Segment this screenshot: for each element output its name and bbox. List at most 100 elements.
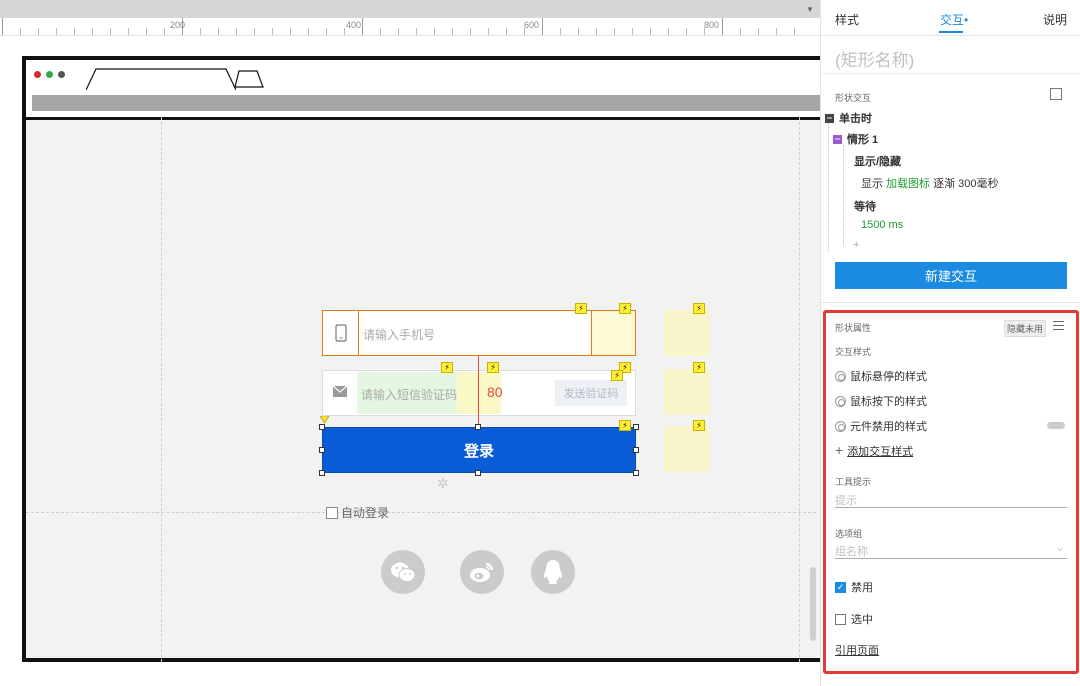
chevron-down-icon[interactable]: ⌵ (1057, 544, 1063, 554)
selected-checkbox[interactable]: 选中 (835, 611, 873, 627)
interaction-bolt-icon[interactable]: ⚡ (619, 420, 631, 431)
style-icon (835, 395, 846, 407)
guide-line (161, 117, 162, 662)
ruler-tick (596, 28, 597, 35)
auto-login-checkbox[interactable]: 自动登录 (326, 504, 389, 521)
shape-name-input[interactable]: (矩形名称) (835, 46, 914, 71)
resize-handle[interactable] (319, 470, 325, 476)
ruler-dropdown-icon[interactable]: ▼ (806, 6, 814, 14)
action-show-hide[interactable]: 显示/隐藏 (854, 153, 901, 169)
add-action-button[interactable]: + (853, 239, 859, 251)
menu-icon[interactable] (1053, 321, 1064, 330)
horizontal-ruler: ▼ 200 400 600 800 (0, 0, 820, 36)
resize-handle[interactable] (475, 470, 481, 476)
ruler-tick (380, 28, 381, 35)
tab-notes[interactable]: 说明 (1043, 11, 1067, 28)
new-interaction-button[interactable]: 新建交互 (835, 262, 1067, 289)
action-label: 显示/隐藏 (854, 156, 902, 168)
interaction-bolt-icon[interactable]: ⚡ (693, 420, 705, 431)
phone-icon-box (323, 311, 359, 355)
hidden-widget-placeholder[interactable] (664, 426, 710, 472)
event-on-click[interactable]: − 单击时 (825, 110, 872, 126)
action-wait[interactable]: 等待 (854, 198, 876, 214)
browser-tab-icon (86, 68, 236, 90)
tab-style[interactable]: 样式 (835, 11, 859, 28)
tooltip-input[interactable]: 提示 (835, 490, 1067, 508)
add-interaction-style-link[interactable]: + 添加交互样式 (835, 442, 913, 459)
axure-editor: ▼ 200 400 600 800 请输入手机号 请输入短信验证码 80 发送验… (0, 0, 1080, 686)
option-group-select[interactable]: 组名称 (835, 541, 1067, 559)
ruler-tick (110, 28, 111, 35)
checkbox-box[interactable] (326, 506, 338, 519)
hover-style-item[interactable]: 鼠标悬停的样式 (835, 368, 927, 384)
hidden-widget-placeholder[interactable] (664, 310, 710, 356)
style-toggle[interactable] (1047, 422, 1065, 429)
ruler-tick (92, 28, 93, 35)
sms-placeholder: 请输入短信验证码 (361, 388, 458, 402)
phone-input-widget[interactable]: 请输入手机号 (322, 310, 636, 356)
weibo-icon[interactable] (460, 550, 504, 594)
interaction-styles-label: 交互样式 (835, 347, 872, 357)
resize-handle[interactable] (633, 470, 639, 476)
send-code-button[interactable]: 发送验证码 (555, 380, 627, 406)
ruler-label: 600 (524, 20, 540, 30)
interaction-bolt-icon[interactable]: ⚡ (693, 362, 705, 373)
interaction-bolt-icon[interactable]: ⚡ (575, 303, 587, 314)
interaction-bolt-icon[interactable]: ⚡ (693, 303, 705, 314)
interaction-bolt-icon[interactable]: ⚡ (487, 362, 499, 373)
hide-unused-toggle[interactable]: 隐藏未用 (1004, 320, 1047, 337)
disabled-checkbox[interactable]: ✓ 禁用 (835, 579, 873, 595)
auto-login-label: 自动登录 (341, 506, 390, 520)
collapse-icon[interactable]: − (833, 134, 842, 144)
resize-handle[interactable] (319, 424, 325, 430)
tab-interaction[interactable]: 交互• (940, 11, 968, 28)
reference-page-link[interactable]: 引用页面 (835, 642, 879, 658)
disabled-style-item[interactable]: 元件禁用的样式 (835, 418, 927, 434)
ruler-tick (542, 18, 543, 35)
mousedown-style-item[interactable]: 鼠标按下的样式 (835, 393, 927, 409)
canvas-stage[interactable]: 请输入手机号 请输入短信验证码 80 发送验证码 登录 ✲ ⚡ ⚡ ⚡ ⚡ ⚡ … (0, 37, 820, 686)
ruler-tick (236, 28, 237, 35)
action-detail[interactable]: 显示 加载图标 逐渐 300毫秒 (861, 175, 999, 191)
ruler-tick (434, 28, 435, 35)
interaction-bolt-icon[interactable]: ⚡ (611, 370, 623, 381)
ruler-tick (686, 28, 687, 35)
resize-handle[interactable] (319, 447, 325, 453)
tree-guide (828, 122, 829, 252)
interaction-bolt-icon[interactable]: ⚡ (441, 362, 453, 373)
design-canvas[interactable]: ▼ 200 400 600 800 请输入手机号 请输入短信验证码 80 发送验… (0, 0, 820, 686)
phone-icon (334, 324, 347, 342)
sms-code-input-widget[interactable]: 请输入短信验证码 80 发送验证码 (322, 370, 636, 416)
ruler-tick (290, 28, 291, 35)
selected-label: 选中 (851, 614, 873, 626)
qq-icon[interactable] (531, 550, 575, 594)
ruler-tick (776, 28, 777, 35)
collapse-icon[interactable]: − (825, 113, 834, 123)
red-dot-icon (34, 71, 41, 78)
case-item[interactable]: − 情形 1 (833, 131, 878, 147)
ruler-tick (56, 28, 57, 35)
wait-duration[interactable]: 1500 ms (861, 219, 903, 231)
interaction-bolt-icon[interactable]: ⚡ (619, 303, 631, 314)
login-button[interactable]: 登录 (322, 427, 636, 473)
ruler-strip (0, 0, 820, 18)
resize-handle[interactable] (633, 447, 639, 453)
inspector-tabs: 样式 交互• 说明 (821, 0, 1080, 36)
resize-handle[interactable] (475, 424, 481, 430)
resize-handle[interactable] (633, 424, 639, 430)
checkbox-checked-icon[interactable]: ✓ (835, 581, 846, 593)
hidden-widget-placeholder[interactable] (664, 369, 710, 415)
copy-icon[interactable] (1050, 88, 1062, 100)
vertical-scrollbar[interactable] (810, 567, 816, 641)
tooltip-label: 工具提示 (835, 477, 872, 487)
style-label: 鼠标悬停的样式 (850, 371, 927, 383)
rotate-handle-icon[interactable]: ✲ (437, 476, 449, 490)
checkbox-empty-icon[interactable] (835, 613, 846, 625)
ruler-tick (614, 28, 615, 35)
wechat-icon[interactable] (381, 550, 425, 594)
option-group-label: 选项组 (835, 529, 863, 539)
weibo-glyph (470, 563, 493, 582)
hotspot-highlight (591, 311, 635, 355)
anchor-triangle-icon[interactable] (320, 416, 329, 424)
shape-interaction-label: 形状交互 (835, 93, 872, 103)
